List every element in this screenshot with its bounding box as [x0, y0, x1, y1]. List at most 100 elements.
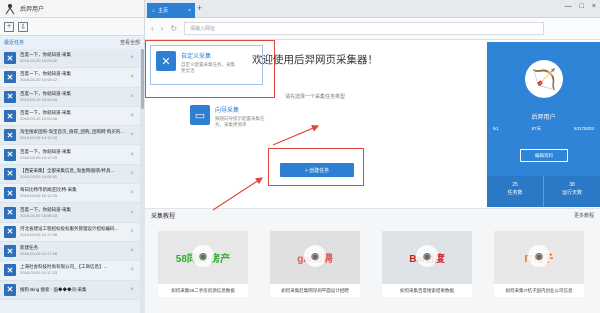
tutorial-thumbnail: Bai百度◉ [382, 231, 472, 284]
list-item[interactable]: ✕ 淘宝搜索团购-淘宝首页_值得_团购_团购网 购买的... 2018-03-09 … [0, 126, 140, 146]
close-icon[interactable]: × [130, 229, 134, 235]
list-item[interactable]: ✕ 百度一下，你就知道-采集 2018-03-09 14:12:29 × [0, 145, 140, 165]
task-time: 2018-03-09 12:17:06 [20, 251, 58, 257]
task-time: 2018-03-09 14:17:33 [20, 270, 58, 276]
close-icon[interactable]: × [130, 190, 134, 196]
task-time: 2018-03-09 12:17:45 [20, 231, 58, 237]
close-icon[interactable]: × [130, 94, 134, 100]
tutorials-section: 采集教程 更多教程 58同城·房产◉ 如何采集58二手房房源信息数据 gar招聘… [145, 208, 600, 313]
tutorial-card[interactable]: IT桔子◉ 如何采集IT桔子国内创业公司信息 [494, 231, 584, 297]
nav-bar: ‹ › ↻ 请输入网址 [145, 18, 600, 40]
minimize-icon[interactable]: — [565, 3, 572, 10]
eye-icon: ◉ [192, 245, 214, 267]
tutorial-card[interactable]: 58同城·房产◉ 如何采集58二手房房源信息数据 [158, 231, 248, 297]
add-task-icon[interactable]: + [4, 21, 14, 32]
tools-icon: ✕ [4, 245, 16, 258]
main-panel: 欢迎使用后羿网页采集器！ 请先选择一个采集任务类型 ▭ 向导采集 跟随向导提示配… [145, 40, 485, 207]
close-icon[interactable]: × [130, 74, 134, 80]
close-icon[interactable]: × [130, 248, 134, 254]
custom-mode-highlight: ✕ 自定义采集 自定义配置采集任务，采集更灵活 [145, 40, 275, 98]
new-tab-icon[interactable]: + [197, 3, 202, 13]
days-count-block: 38 运行天数 [544, 176, 600, 207]
tasks-label: 任务数 [507, 190, 523, 196]
tab-home[interactable]: ⌂ 主页 × [147, 3, 195, 18]
app-title-bar: 后羿用户 [0, 0, 144, 18]
maximize-icon[interactable]: □ [580, 3, 584, 10]
tutorial-thumbnail: IT桔子◉ [494, 231, 584, 284]
tasks-count: 25 [512, 182, 518, 188]
days-label: 运行天数 [561, 190, 582, 196]
task-list: ✕ 百度一下，你就知道-采集 2018-03-20 10:03:32 × ✕ 百度一下，… [0, 49, 140, 300]
eye-icon: ◉ [304, 245, 326, 267]
more-tutorials-link[interactable]: 更多教程 [574, 212, 594, 219]
profile-stats: lv1 87天 53175003 [493, 126, 594, 132]
avatar[interactable]: 🏹 [525, 60, 563, 98]
tutorial-caption: 如何采集赶集网深圳平面设计招聘 [281, 287, 349, 293]
import-icon[interactable]: ⇩ [18, 21, 28, 32]
tools-icon: ✕ [4, 110, 16, 123]
create-task-button[interactable]: + 创建任务 [280, 163, 354, 177]
list-item[interactable]: ✕ 上海社会科技时尚有限公司_【工商信息】... 2018-03-09 14:17:… [0, 261, 140, 281]
tools-icon: ✕ [4, 187, 16, 200]
edit-profile-button[interactable]: 编辑资料 [520, 149, 568, 162]
recent-tasks-header: 最近任务 查看全部 [0, 36, 144, 49]
close-window-icon[interactable]: × [592, 3, 596, 10]
list-item[interactable]: ✕ 河北省建设工程招标投标服务管理设计招标编码... 2018-03-09 12:1… [0, 222, 140, 242]
task-time: 2018-03-19 12:02:08 [20, 116, 58, 122]
close-icon[interactable]: × [130, 287, 134, 293]
view-all-link[interactable]: 查看全部 [120, 39, 140, 46]
list-item[interactable]: ✕ 百度一下，你就知道-采集 2018-03-19 12:02:08 × [0, 106, 140, 127]
close-icon[interactable]: × [130, 171, 134, 177]
wizard-mode-card[interactable]: ▭ 向导采集 跟随向导提示配置采集任务，采集更简单 [190, 105, 269, 128]
eye-icon: ◉ [416, 245, 438, 267]
scrollbar-thumb[interactable] [141, 49, 144, 109]
close-icon[interactable]: × [130, 152, 134, 158]
close-icon[interactable]: × [130, 267, 134, 273]
tools-icon: ✕ [4, 206, 16, 219]
sidebar-toolbar: + ⇩ [0, 18, 144, 36]
close-icon[interactable]: × [130, 132, 134, 138]
tools-icon: ✕ [4, 52, 16, 65]
list-item[interactable]: ✕ 百度一下，你就知道-采集 2018-03-19 15:28:18 × [0, 87, 140, 107]
tools-icon: ✕ [4, 148, 16, 161]
list-item[interactable]: ✕ 搜狗 Bing 搜索 - 国◆◆◆问-采集 × [0, 280, 140, 300]
close-icon[interactable]: × [130, 113, 134, 119]
recent-tasks-label: 最近任务 [4, 40, 25, 46]
window-controls: — □ × [565, 3, 596, 10]
tools-icon: ✕ [4, 225, 16, 238]
profile-name: 后羿用户 [531, 115, 556, 121]
list-item[interactable]: ✕ 【西安采集】全部采集信息_淘金网/服装/杯具... 2018-03-09 14:… [0, 164, 140, 185]
home-icon: ⌂ [152, 7, 156, 14]
list-item[interactable]: ✕ 百度一下，你就知道-采集 2018-03-09 16:58:15 × [0, 203, 140, 223]
task-time: 2018-03-09 14:12:29 [20, 154, 58, 160]
close-icon[interactable]: × [130, 210, 134, 216]
list-item[interactable]: ✕ 百度一下，你就知道-采集 2018-03-20 10:03:32 × [0, 49, 140, 69]
task-time: 2018-03-20 10:03:32 [20, 58, 58, 64]
forward-icon[interactable]: › [161, 24, 164, 33]
profile-footer: 25 任务数 38 运行天数 [487, 176, 600, 207]
list-item[interactable]: ✕ 百度一下，你就知道-采集 2018-03-20 10:03:12 × [0, 68, 140, 88]
days-stat: 87天 [531, 126, 542, 131]
days-count: 38 [569, 182, 575, 188]
tutorial-thumbnails: 58同城·房产◉ 如何采集58二手房房源信息数据 gar招聘◉ 如何采集赶集网深… [158, 231, 584, 297]
list-item[interactable]: ✕ 每日比特币新闻|巴比特-采集 2018-03-09 16:12:25 × [0, 184, 140, 204]
tools-icon: ✕ [4, 71, 16, 84]
id-stat: 53175003 [573, 126, 594, 131]
tutorial-card[interactable]: gar招聘◉ 如何采集赶集网深圳平面设计招聘 [270, 231, 360, 297]
tutorial-thumbnail: 58同城·房产◉ [158, 231, 248, 284]
task-time: 2018-03-09 16:12:25 [20, 193, 58, 199]
sidebar: 后羿用户 + ⇩ 最近任务 查看全部 ✕ 百度一下，你就知道-采集 2018-03-… [0, 0, 145, 313]
tutorial-card[interactable]: Bai百度◉ 如何采集百度搜索结果数据 [382, 231, 472, 297]
task-name: 搜狗 Bing 搜索 - 国◆◆◆问-采集 [20, 286, 87, 292]
level-stat: lv1 [493, 126, 499, 131]
task-time: 2018-03-09 14:06:51 [20, 173, 58, 179]
tutorial-caption: 如何采集58二手房房源信息数据 [171, 287, 235, 293]
wizard-title: 向导采集 [215, 108, 240, 114]
back-icon[interactable]: ‹ [151, 24, 154, 33]
list-item[interactable]: ✕ 新建任务 2018-03-09 12:17:06 × [0, 241, 140, 262]
close-icon[interactable]: × [130, 55, 134, 61]
url-input[interactable]: 请输入网址 [184, 22, 545, 35]
close-tab-icon[interactable]: × [188, 8, 191, 14]
refresh-icon[interactable]: ↻ [170, 24, 177, 33]
tools-icon: ✕ [4, 129, 16, 142]
